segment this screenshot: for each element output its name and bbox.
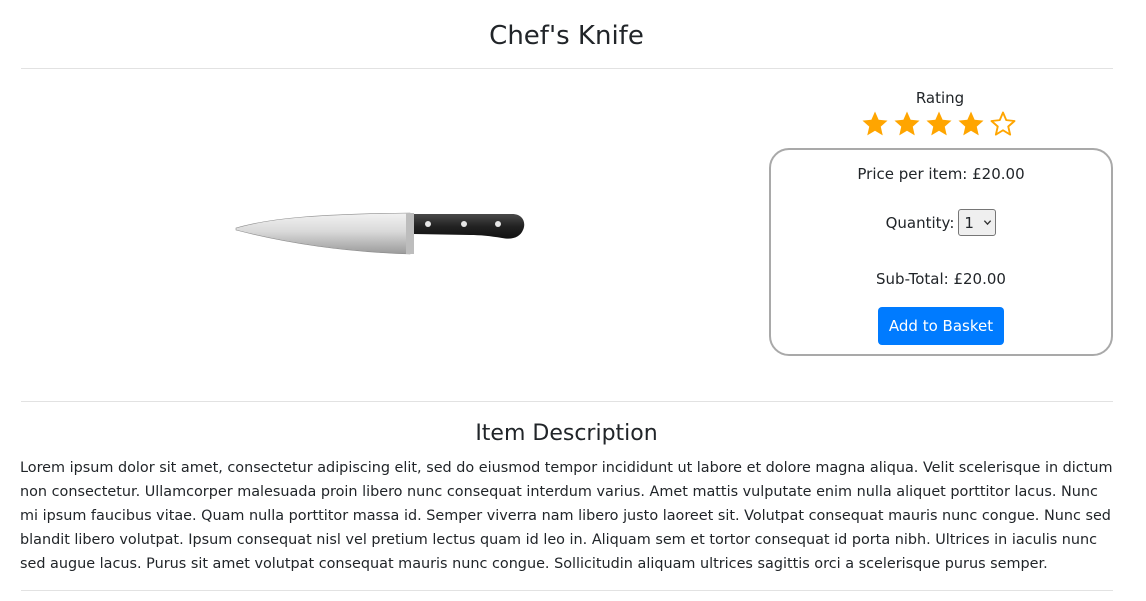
description-heading: Item Description bbox=[475, 421, 658, 446]
quantity-select[interactable]: 1 bbox=[958, 209, 997, 236]
subtotal: Sub-Total: £20.00 bbox=[876, 270, 1006, 288]
divider-middle bbox=[21, 401, 1113, 402]
product-page: Chef's Knife Rating Price per item: £20.… bbox=[0, 0, 1146, 601]
page-title: Chef's Knife bbox=[489, 21, 644, 51]
description-text: Lorem ipsum dolor sit amet, consectetur … bbox=[20, 460, 1113, 572]
price-per-item: Price per item: £20.00 bbox=[857, 165, 1025, 183]
add-to-basket-button[interactable]: Add to Basket bbox=[878, 307, 1004, 345]
rating-stars bbox=[860, 109, 1022, 139]
divider-bottom bbox=[21, 590, 1113, 591]
star-filled-icon bbox=[958, 111, 984, 136]
star-filled-icon bbox=[926, 111, 952, 136]
star-filled-icon bbox=[894, 111, 920, 136]
chevron-down-icon bbox=[984, 220, 992, 226]
quantity-value: 1 bbox=[964, 213, 974, 232]
star-filled-icon bbox=[862, 111, 888, 136]
star-empty-icon bbox=[990, 111, 1016, 136]
divider-top bbox=[21, 68, 1113, 69]
rating-label: Rating bbox=[915, 89, 965, 107]
purchase-panel: Price per item: £20.00 Quantity: 1 Sub-T… bbox=[769, 148, 1113, 356]
product-image bbox=[235, 212, 525, 255]
quantity-row: Quantity: 1 bbox=[771, 209, 1111, 236]
quantity-label: Quantity: bbox=[885, 213, 955, 232]
